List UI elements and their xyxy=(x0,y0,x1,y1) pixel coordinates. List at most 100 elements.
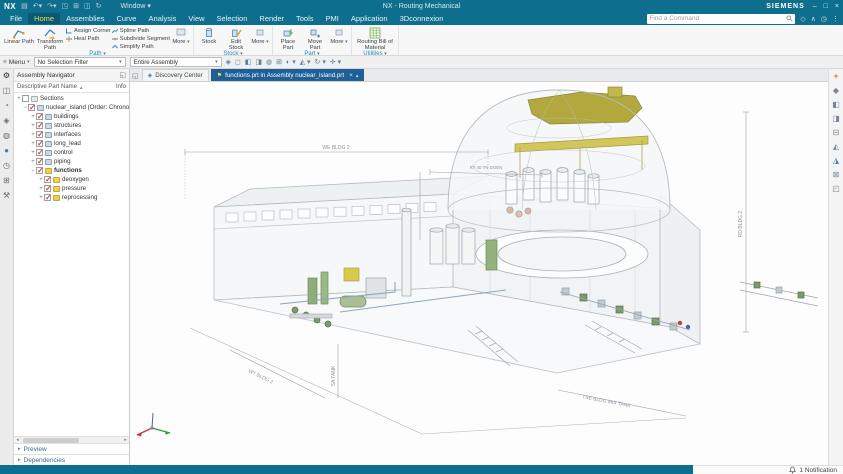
assign-corner-button[interactable]: Assign Corner xyxy=(66,27,111,34)
view-triad[interactable] xyxy=(137,413,170,437)
menu-file[interactable]: File xyxy=(4,13,28,24)
section-view-icon[interactable]: ◨ xyxy=(832,114,840,123)
tree-row-control[interactable]: + control xyxy=(14,148,129,157)
tree-row-pressure[interactable]: + pressure xyxy=(14,184,129,193)
tree-row-long-lead[interactable]: + long_lead xyxy=(14,139,129,148)
graphics-window[interactable]: WE BLDG 2 RT 40 TN DGEN RD BLDG 2 xyxy=(130,82,828,465)
select-edge-icon[interactable]: ◨ xyxy=(255,58,262,66)
visibility-checkbox[interactable] xyxy=(44,194,51,201)
stock-more-button[interactable]: More ▾ xyxy=(250,26,270,51)
display-mode-icon[interactable]: ◰ xyxy=(832,184,840,193)
select-face-icon[interactable]: ◻ xyxy=(235,58,241,66)
visibility-checkbox[interactable] xyxy=(36,158,43,165)
stock-button[interactable]: Stock xyxy=(196,26,222,51)
menu-analysis[interactable]: Analysis xyxy=(142,13,182,24)
tab-discovery-center[interactable]: ◈ Discovery Center xyxy=(142,69,209,81)
menu-application[interactable]: Application xyxy=(345,13,394,24)
clip-section-icon[interactable]: ⊟ xyxy=(833,128,840,137)
selection-scope-combo[interactable]: Entire Assembly▾ xyxy=(130,57,222,67)
transform-path-button[interactable]: Transform Path xyxy=(35,26,65,51)
hd3d-tools-icon[interactable]: ◍ xyxy=(3,131,10,140)
visibility-checkbox[interactable] xyxy=(36,140,43,147)
window-layout-icon[interactable]: ⊠ xyxy=(833,170,840,179)
select-body-icon[interactable]: ◧ xyxy=(245,58,252,66)
routing-bom-button[interactable]: Routing Bill of Material xyxy=(354,26,396,51)
tree-row-piping[interactable]: + piping xyxy=(14,157,129,166)
menu-view[interactable]: View xyxy=(182,13,210,24)
spline-path-button[interactable]: Spline Path xyxy=(112,27,170,34)
linear-path-button[interactable]: Linear Path xyxy=(4,26,34,51)
user-view-icon[interactable]: ◮ xyxy=(833,156,839,165)
3d-viewport-canvas[interactable]: WE BLDG 2 RT 40 TN DGEN RD BLDG 2 xyxy=(130,82,828,465)
visibility-checkbox[interactable] xyxy=(36,149,43,156)
fit-view-icon[interactable]: ⊞ xyxy=(276,58,282,66)
visibility-checkbox[interactable] xyxy=(36,131,43,138)
select-tool-icon[interactable]: ◆ xyxy=(833,86,839,95)
assembly-navigator-tab-icon[interactable]: ⚙ xyxy=(3,71,10,80)
pin-tab-icon[interactable]: ▴ xyxy=(356,73,359,79)
menu-3dconnexion[interactable]: 3Dconnexion xyxy=(394,13,450,24)
close-tab-icon[interactable]: × xyxy=(349,72,353,79)
subdivide-segment-button[interactable]: Subdivide Segment xyxy=(112,35,170,42)
visibility-checkbox[interactable] xyxy=(44,176,51,183)
tree-row-nuclear-island[interactable]: − nuclear_island (Order: Chronolo... xyxy=(14,103,129,112)
rotate-view-icon[interactable]: ↻ ▾ xyxy=(315,58,326,66)
web-browser-icon[interactable]: ● xyxy=(4,146,9,155)
menu-selection[interactable]: Selection xyxy=(211,13,254,24)
undock-panel-icon[interactable]: ◱ xyxy=(119,71,126,79)
column-info[interactable]: Info xyxy=(116,84,126,90)
part-more-button[interactable]: More ▾ xyxy=(329,26,349,51)
tree-row-functions[interactable]: − functions xyxy=(14,166,129,175)
reuse-library-icon[interactable]: ◈ xyxy=(3,116,9,125)
orient-view-icon[interactable]: ◭ ▾ xyxy=(300,58,311,66)
heal-path-button[interactable]: Heal Path xyxy=(66,35,111,42)
tree-row-reprocessing[interactable]: + reprocessing xyxy=(14,193,129,202)
visibility-checkbox[interactable] xyxy=(28,104,35,111)
close-button[interactable]: × xyxy=(835,3,839,10)
edit-stock-button[interactable]: Edit Stock xyxy=(223,26,249,51)
constraint-navigator-icon[interactable]: ◫ xyxy=(3,86,11,95)
menu-curve[interactable]: Curve xyxy=(110,13,142,24)
tree-row-interfaces[interactable]: + interfaces xyxy=(14,130,129,139)
tab-functions-prt[interactable]: ⚑ functions.prt in Assembly nuclear_isla… xyxy=(211,69,365,81)
fullscreen-icon[interactable]: ◇ xyxy=(800,15,805,23)
camera-icon[interactable]: ◭ xyxy=(833,142,839,151)
pan-view-icon[interactable]: ✛ ▾ xyxy=(330,58,341,66)
part-navigator-icon[interactable]: ◔ xyxy=(4,101,9,110)
snap-point-icon[interactable]: ◈ xyxy=(226,58,231,66)
notification-area[interactable]: 1 Notification xyxy=(693,465,843,474)
history-icon[interactable]: ◷ xyxy=(821,15,827,23)
place-part-button[interactable]: Place Part xyxy=(275,26,301,51)
history-palette-icon[interactable]: ◷ xyxy=(3,161,10,170)
tree-row-buildings[interactable]: + buildings xyxy=(14,112,129,121)
minimize-button[interactable]: ‒ xyxy=(813,3,817,10)
menu-assemblies[interactable]: Assemblies xyxy=(60,13,110,24)
visibility-checkbox[interactable] xyxy=(36,167,43,174)
tree-row-sections[interactable]: + Sections xyxy=(14,94,129,103)
predefined-views-icon[interactable]: ✦ xyxy=(833,72,840,81)
visibility-checkbox[interactable] xyxy=(44,185,51,192)
scrollbar-thumb[interactable] xyxy=(23,438,79,443)
dependencies-section[interactable]: ▸ Dependencies xyxy=(14,454,129,465)
selection-filter-combo[interactable]: No Selection Filter▾ xyxy=(34,57,126,67)
command-search[interactable] xyxy=(647,14,795,24)
minimize-ribbon-icon[interactable]: ∧ xyxy=(811,15,816,23)
process-studio-icon[interactable]: ⊞ xyxy=(3,176,10,185)
measure-icon[interactable]: ◧ xyxy=(832,100,840,109)
visibility-checkbox[interactable] xyxy=(36,113,43,120)
path-more-button[interactable]: More ▾ xyxy=(171,26,191,51)
overflow-menu-icon[interactable]: ⋮ xyxy=(832,15,839,23)
simplify-path-button[interactable]: Simplify Path xyxy=(112,43,170,50)
visibility-checkbox[interactable] xyxy=(22,95,29,102)
tree-row-structures[interactable]: + structures xyxy=(14,121,129,130)
move-part-button[interactable]: Move Part xyxy=(302,26,328,51)
roles-icon[interactable]: ⚒ xyxy=(3,191,10,200)
float-window-icon[interactable]: ◱ xyxy=(132,72,139,80)
shaded-view-icon[interactable]: ◐ ▾ xyxy=(286,58,296,66)
command-search-input[interactable] xyxy=(649,14,786,23)
menu-button[interactable]: ≡ Menu ▾ xyxy=(3,59,30,66)
column-descriptive-part-name[interactable]: Descriptive Part Name xyxy=(17,84,77,90)
menu-pmi[interactable]: PMI xyxy=(320,13,345,24)
maximize-button[interactable]: □ xyxy=(824,3,828,10)
menu-tools[interactable]: Tools xyxy=(290,13,320,24)
